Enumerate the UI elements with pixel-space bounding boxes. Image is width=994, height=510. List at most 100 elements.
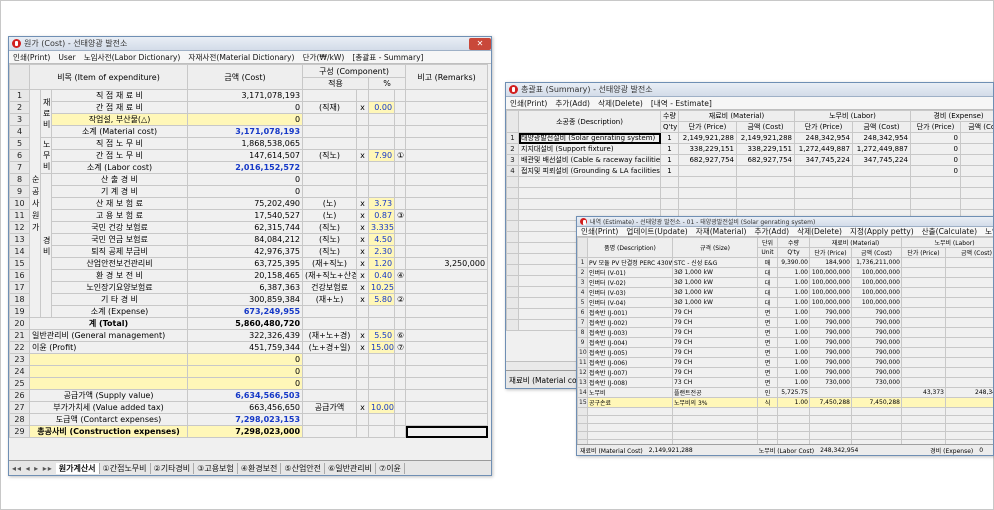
percent-input[interactable] (368, 365, 396, 378)
summary-menu-item[interactable]: 인쇄(Print) (506, 98, 551, 109)
remarks-cell[interactable] (405, 137, 489, 150)
amount-cell[interactable]: 20,158,465 (187, 269, 304, 282)
name-cell[interactable]: 접속반 (J-003) (587, 327, 673, 338)
spec-cell[interactable]: 79 CH (672, 367, 758, 378)
qty-cell[interactable]: 5,725.75 (777, 387, 810, 398)
estimate-row[interactable]: 2 인버터 (V-01) 3Ø 1,000 kW 대 1.00 100,000,000 10… (577, 267, 993, 278)
amount-cell[interactable]: 17,540,527 (187, 209, 304, 222)
estimate-menu-item[interactable]: 추가(Add) (751, 226, 794, 237)
percent-input[interactable]: 5.50 (368, 329, 396, 342)
spec-cell[interactable]: 3Ø 1,000 kW (672, 287, 758, 298)
remarks-cell[interactable] (405, 245, 489, 258)
percent-input[interactable]: 3.73 (368, 197, 396, 210)
remarks-cell[interactable] (405, 101, 489, 114)
summary-window-titlebar[interactable]: 총괄표 (Summary) - 선태양광 발전소 (506, 83, 993, 97)
remarks-cell[interactable] (405, 413, 489, 426)
estimate-row[interactable]: 7 접속반 (J-002) 79 CH 면 1.00 790,000 790,000 (577, 317, 993, 328)
amount-cell[interactable]: 6,634,566,503 (187, 389, 304, 402)
cost-menu-item[interactable]: User (54, 53, 79, 62)
remarks-cell[interactable] (405, 353, 489, 366)
spec-cell[interactable]: 79 CH (672, 317, 758, 328)
remarks-cell[interactable] (405, 293, 489, 306)
estimate-row[interactable]: 10 접속반 (J-005) 79 CH 면 1.00 790,000 790,000 (577, 347, 993, 358)
estimate-row[interactable]: 3 인버터 (V-02) 3Ø 1,000 kW 대 1.00 100,000,000 10… (577, 277, 993, 288)
percent-input[interactable] (368, 125, 396, 138)
amount-cell[interactable]: 3,171,078,193 (187, 89, 304, 102)
estimate-row[interactable]: 1 PV 모듈 PV 단결정 PERC 430Wp STC - 신성 E&G 매 9,3… (577, 257, 993, 268)
amount-cell[interactable]: 0 (187, 101, 304, 114)
amount-cell[interactable]: 5,860,480,720 (187, 317, 304, 330)
remarks-cell[interactable] (405, 113, 489, 126)
estimate-row[interactable]: 4 인버터 (V-03) 3Ø 1,000 kW 대 1.00 100,000,000 10… (577, 287, 993, 298)
remarks-cell[interactable] (405, 389, 489, 402)
amount-cell[interactable]: 42,976,375 (187, 245, 304, 258)
amount-cell[interactable]: 300,859,384 (187, 293, 304, 306)
percent-input[interactable]: 10.00 (368, 401, 396, 414)
remarks-cell[interactable] (405, 341, 489, 354)
percent-input[interactable]: 15.00 (368, 341, 396, 354)
estimate-row[interactable]: 15 공구손료 노무비의 3% 식 1.00 7,450,288 7,450,288 (577, 397, 993, 408)
amount-cell[interactable]: 75,202,490 (187, 197, 304, 210)
amount-cell[interactable]: 451,759,344 (187, 341, 304, 354)
summary-row[interactable]: 1 태양광발전설비 (Solar genrating system) 1 2,149,… (506, 132, 993, 144)
estimate-row[interactable]: 14 노무비 플랜트전공 인 5,725.75 43,373 248,34 (577, 387, 993, 398)
percent-input[interactable] (368, 317, 396, 330)
remarks-cell[interactable] (405, 149, 489, 162)
amount-cell[interactable]: 0 (187, 365, 304, 378)
amount-cell[interactable]: 63,725,395 (187, 257, 304, 270)
sheet-tab[interactable]: ②기타경비 (151, 462, 195, 474)
spec-cell[interactable]: 3Ø 1,000 kW (672, 267, 758, 278)
percent-input[interactable] (368, 425, 396, 438)
amount-cell[interactable]: 2,016,152,572 (187, 161, 304, 174)
amount-cell[interactable]: 3,171,078,193 (187, 125, 304, 138)
percent-input[interactable]: 7.90 (368, 149, 396, 162)
qty-cell[interactable]: 1.00 (777, 277, 810, 288)
close-icon[interactable]: ✕ (469, 37, 491, 50)
remarks-cell[interactable] (405, 365, 489, 378)
spec-cell[interactable]: 79 CH (672, 347, 758, 358)
remarks-cell[interactable] (405, 317, 489, 330)
spec-cell[interactable]: 73 CH (672, 377, 758, 388)
percent-input[interactable] (368, 389, 396, 402)
estimate-row[interactable]: 9 접속반 (J-004) 79 CH 면 1.00 790,000 790,000 (577, 337, 993, 348)
estimate-menu-item[interactable]: 삭제(Delete) (793, 226, 846, 237)
qty-cell[interactable]: 1.00 (777, 397, 810, 408)
cost-menu-item[interactable]: 단가(₩/kW) (299, 52, 349, 63)
qty-cell[interactable]: 1.00 (777, 327, 810, 338)
qty-cell[interactable]: 1.00 (777, 307, 810, 318)
percent-input[interactable] (368, 185, 396, 198)
name-cell[interactable]: 인버터 (V-02) (587, 277, 673, 288)
amount-cell[interactable]: 62,315,744 (187, 221, 304, 234)
summary-row[interactable]: 3 배관및 배선설비 (Cable & raceway facilities) 1 6… (506, 154, 993, 166)
sheet-tab[interactable]: 원가계산서 (55, 462, 100, 474)
summary-menu-item[interactable]: 삭제(Delete) (594, 98, 647, 109)
percent-input[interactable]: 2.30 (368, 245, 396, 258)
description-cell[interactable]: 접지및 피뢰설비 (Grounding & LA facilities) (518, 165, 661, 177)
remarks-cell[interactable] (405, 233, 489, 246)
summary-row[interactable]: 2 지지대설비 (Support fixture) 1 338,229,151 338,… (506, 143, 993, 155)
percent-input[interactable] (368, 173, 396, 186)
percent-input[interactable] (368, 89, 396, 102)
estimate-row[interactable]: 8 접속반 (J-003) 79 CH 면 1.00 790,000 790,000 (577, 327, 993, 338)
name-cell[interactable]: 접속반 (J-005) (587, 347, 673, 358)
spec-cell[interactable]: 노무비의 3% (672, 397, 758, 408)
amount-cell[interactable]: 0 (187, 173, 304, 186)
sheet-nav-arrows-icon[interactable]: ◂◂ ◂ ▸ ▸▸ (9, 464, 56, 473)
percent-input[interactable] (368, 113, 396, 126)
percent-input[interactable]: 10.25 (368, 281, 396, 294)
qty-cell[interactable]: 1.00 (777, 337, 810, 348)
percent-input[interactable] (368, 377, 396, 390)
percent-input[interactable]: 1.20 (368, 257, 396, 270)
name-cell[interactable]: 인버터 (V-01) (587, 267, 673, 278)
estimate-menu-item[interactable]: 노임(Labor price) (981, 226, 993, 237)
name-cell[interactable]: 인버터 (V-04) (587, 297, 673, 308)
amount-cell[interactable]: 147,614,507 (187, 149, 304, 162)
sheet-tab[interactable]: ⑦이윤 (376, 462, 405, 474)
sheet-tab[interactable]: ③고용보험 (194, 462, 238, 474)
amount-cell[interactable]: 0 (187, 113, 304, 126)
cost-window-titlebar[interactable]: 원가 (Cost) - 선태양광 발전소 ✕ (9, 37, 491, 51)
spec-cell[interactable]: 79 CH (672, 337, 758, 348)
name-cell[interactable]: 접속반 (J-008) (587, 377, 673, 388)
percent-input[interactable] (368, 353, 396, 366)
percent-input[interactable] (368, 413, 396, 426)
